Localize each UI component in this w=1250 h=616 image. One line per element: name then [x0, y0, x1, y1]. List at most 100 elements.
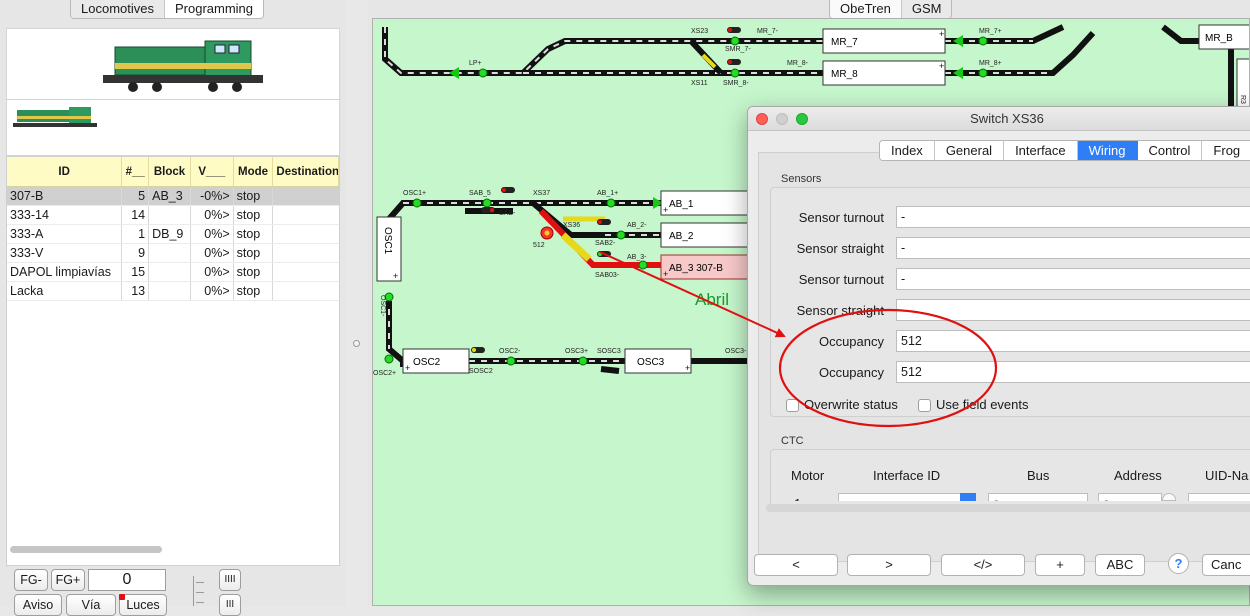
track-label: MR_8-	[787, 60, 809, 67]
splitter-handle[interactable]	[353, 340, 360, 347]
use-field-events-checkbox[interactable]	[918, 399, 931, 412]
sensor	[730, 68, 740, 78]
loco-thumbnail[interactable]	[9, 102, 109, 132]
col-header-speed[interactable]: V___	[191, 157, 234, 186]
track	[945, 24, 1096, 76]
block-label[interactable]: MR_7	[831, 37, 858, 48]
add-button[interactable]: +	[1035, 554, 1085, 576]
sensor	[412, 198, 422, 208]
loco-block-cell: DB_9	[149, 225, 191, 243]
loco-destination-cell	[273, 225, 339, 243]
loco-picture	[103, 40, 263, 92]
luces-button[interactable]: Luces	[119, 594, 167, 616]
loco-mode-cell: stop	[234, 206, 274, 224]
track-label: XS37	[533, 190, 550, 197]
tab-gsm[interactable]: GSM	[901, 0, 952, 18]
minimize-icon[interactable]	[776, 113, 788, 125]
ctc-address-field[interactable]: 0	[1098, 493, 1162, 501]
table-horizontal-scrollbar[interactable]	[10, 546, 162, 553]
ctc-interface-field[interactable]	[838, 493, 976, 501]
sensor-turnout-2-field[interactable]: -	[896, 268, 1250, 290]
table-row[interactable]: 333-14 14 0%> stop	[7, 206, 339, 225]
occupancy-field[interactable]: 512	[896, 330, 1250, 352]
panel-splitter[interactable]	[346, 0, 368, 606]
ctc-bus-field[interactable]: 0	[988, 493, 1088, 501]
tab-interface[interactable]: Interface	[1004, 141, 1078, 160]
table-header: ID #__ Block V___ Mode Destination	[7, 157, 339, 187]
table-row[interactable]: 333-A 1 DB_9 0%> stop	[7, 225, 339, 244]
tab-programming[interactable]: Programming	[164, 0, 264, 18]
track	[386, 200, 661, 221]
table-row[interactable]: 333-V 9 0%> stop	[7, 244, 339, 263]
fg-plus-button[interactable]: FG+	[51, 569, 85, 591]
loco-mode-cell: stop	[234, 244, 274, 262]
via-button[interactable]: Vía	[66, 594, 116, 616]
col-header-destination[interactable]: Destination	[273, 157, 339, 186]
tab-general[interactable]: General	[934, 141, 1005, 160]
sensor	[616, 230, 626, 240]
sensor-straight-field[interactable]: -	[896, 237, 1250, 259]
block-label[interactable]: MR_B	[1205, 33, 1233, 44]
help-button[interactable]: ?	[1168, 553, 1189, 574]
tab-obetren[interactable]: ObeTren	[830, 0, 902, 18]
overwrite-status-checkbox[interactable]	[786, 399, 799, 412]
cancel-button[interactable]: Canc	[1202, 554, 1250, 576]
loco-address-cell: 13	[122, 282, 150, 300]
ctc-group	[770, 449, 1250, 511]
table-row[interactable]: DAPOL limpiavías 15 0%> stop	[7, 263, 339, 282]
dialog-tab-bar: Index General Interface Wiring Control F…	[879, 140, 1250, 161]
switch-dialog: Switch XS36 Index General Interface Wiri…	[747, 106, 1250, 586]
aviso-button[interactable]: Aviso	[14, 594, 62, 616]
tab-frog[interactable]: Frog	[1202, 141, 1250, 160]
track	[560, 232, 592, 262]
table-row[interactable]: Lacka 13 0%> stop	[7, 282, 339, 301]
dialog-title-bar[interactable]: Switch XS36	[748, 107, 1250, 131]
block-label[interactable]: OSC2	[413, 357, 441, 368]
ctc-address-stepper-icon[interactable]	[1162, 493, 1176, 501]
tab-wiring[interactable]: Wiring	[1077, 141, 1138, 160]
block-label[interactable]: MR_8	[831, 69, 858, 80]
col-header-id[interactable]: ID	[7, 157, 123, 186]
sensor	[978, 68, 988, 78]
code-button[interactable]: </>	[941, 554, 1025, 576]
fg-minus-button[interactable]: FG-	[14, 569, 48, 591]
track-label: SAB03-	[595, 272, 620, 279]
loco-image	[6, 28, 340, 100]
sensor-turnout-field[interactable]: -	[896, 206, 1250, 228]
zoom-icon[interactable]	[796, 113, 808, 125]
block-label[interactable]: OSC1	[382, 227, 393, 255]
sensor	[478, 68, 488, 78]
block-label[interactable]: AB_1	[669, 199, 694, 210]
track-label: AB_2-	[627, 222, 647, 229]
roman-function-button-2[interactable]: III	[219, 594, 241, 616]
block-label[interactable]: AB_2	[669, 231, 694, 242]
track-label: MR_7+	[979, 28, 1002, 35]
col-header-block[interactable]: Block	[149, 157, 191, 186]
table-row[interactable]: 307-B 5 AB_3 -0%> stop	[7, 187, 339, 206]
ctc-uid-field[interactable]	[1188, 493, 1250, 501]
roman-function-button[interactable]: IIII	[219, 569, 241, 591]
tab-control[interactable]: Control	[1137, 141, 1203, 160]
close-icon[interactable]	[756, 113, 768, 125]
next-button[interactable]: >	[847, 554, 931, 576]
sensor-straight-2-label: Sensor straight	[796, 303, 884, 318]
block-label[interactable]: AB_3 307-B	[669, 263, 723, 274]
loco-block-cell	[149, 206, 191, 224]
ctc-interface-dropdown-icon[interactable]	[960, 493, 976, 501]
occupancy-2-field[interactable]: 512	[896, 361, 1250, 383]
direction-arrow	[953, 67, 963, 79]
track-label: OSC1+	[403, 190, 426, 197]
prev-button[interactable]: <	[754, 554, 838, 576]
tab-locomotives[interactable]: Locomotives	[71, 0, 165, 18]
tab-index[interactable]: Index	[880, 141, 935, 160]
block-label[interactable]: OSC3	[637, 357, 665, 368]
abc-button[interactable]: ABC	[1095, 554, 1145, 576]
slider-tick	[196, 592, 204, 593]
ctc-scrollbar[interactable]	[766, 504, 1250, 512]
ctc-motor-number: 1	[794, 493, 804, 501]
sensor-straight-2-field[interactable]	[896, 299, 1250, 321]
col-header-address[interactable]: #__	[122, 157, 150, 186]
track-label: MR_8+	[979, 60, 1002, 67]
col-header-mode[interactable]: Mode	[234, 157, 274, 186]
sensor	[482, 198, 492, 208]
